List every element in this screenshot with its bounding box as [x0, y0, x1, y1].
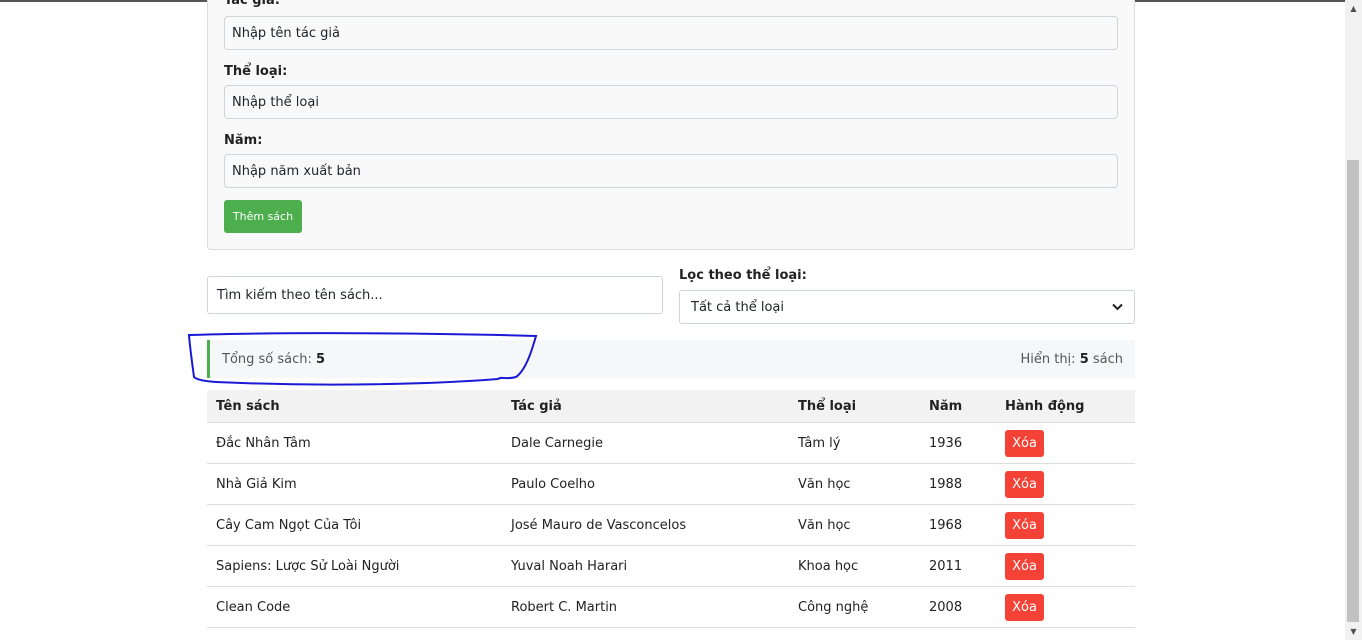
total-books-label: Tổng số sách: [222, 351, 317, 367]
book-author: Dale Carnegie [502, 422, 789, 464]
table-row: Clean Code Robert C. Martin Công nghệ 20… [207, 586, 1135, 628]
shown-books-unit: sách [1088, 351, 1123, 367]
book-year: 1988 [920, 463, 996, 505]
delete-button[interactable]: Xóa [1005, 429, 1044, 457]
year-input[interactable]: Nhập năm xuất bản [224, 154, 1118, 188]
action-cell: Xóa [996, 463, 1135, 505]
stats-bar: Tổng số sách: 5 Hiển thị: 5 sách [207, 340, 1135, 378]
action-cell: Xóa [996, 504, 1135, 546]
scrollbar-thumb[interactable] [1347, 160, 1359, 622]
book-genre: Tâm lý [789, 422, 920, 464]
delete-button[interactable]: Xóa [1005, 511, 1044, 539]
author-input[interactable]: Nhập tên tác giả [224, 16, 1118, 50]
book-title: Đắc Nhân Tâm [207, 422, 502, 464]
table-row: Sapiens: Lược Sử Loài Người Yuval Noah H… [207, 545, 1135, 587]
book-title: Nhà Giả Kim [207, 463, 502, 505]
author-label: Tác giả: [224, 0, 280, 8]
book-title: Clean Code [207, 586, 502, 628]
book-title: Cây Cam Ngọt Của Tôi [207, 504, 502, 546]
table-header-row: Tên sách Tác giả Thể loại Năm Hành động [207, 390, 1135, 423]
book-author: Robert C. Martin [502, 586, 789, 628]
action-cell: Xóa [996, 586, 1135, 628]
header-genre: Thể loại [789, 390, 920, 423]
header-author: Tác giả [502, 390, 789, 423]
add-book-button[interactable]: Thêm sách [224, 200, 302, 233]
book-genre: Khoa học [789, 545, 920, 587]
book-year: 1968 [920, 504, 996, 546]
shown-books-label: Hiển thị: [1020, 351, 1080, 367]
shown-books: Hiển thị: 5 sách [1020, 352, 1123, 367]
search-input[interactable]: Tìm kiếm theo tên sách... [207, 276, 663, 314]
books-table: Tên sách Tác giả Thể loại Năm Hành động … [207, 390, 1135, 628]
delete-button[interactable]: Xóa [1005, 593, 1044, 621]
chevron-down-icon [1112, 301, 1123, 314]
total-books: Tổng số sách: 5 [222, 352, 325, 367]
genre-filter-value: Tất cả thể loại [691, 299, 784, 315]
book-genre: Văn học [789, 463, 920, 505]
book-author: José Mauro de Vasconcelos [502, 504, 789, 546]
book-genre: Công nghệ [789, 586, 920, 628]
book-genre: Văn học [789, 504, 920, 546]
book-author: Paulo Coelho [502, 463, 789, 505]
genre-label: Thể loại: [224, 64, 288, 79]
genre-filter-select[interactable]: Tất cả thể loại [679, 290, 1135, 324]
table-row: Đắc Nhân Tâm Dale Carnegie Tâm lý 1936 X… [207, 422, 1135, 464]
book-author: Yuval Noah Harari [502, 545, 789, 587]
shown-books-value: 5 [1079, 351, 1089, 367]
arrow-up-icon[interactable]: ▲ [1345, 0, 1362, 17]
delete-button[interactable]: Xóa [1005, 552, 1044, 580]
book-year: 1936 [920, 422, 996, 464]
total-books-value: 5 [316, 351, 326, 367]
filter-label: Lọc theo thể loại: [679, 268, 807, 283]
year-label: Năm: [224, 133, 263, 148]
header-title: Tên sách [207, 390, 502, 423]
table-row: Nhà Giả Kim Paulo Coelho Văn học 1988 Xó… [207, 463, 1135, 505]
action-cell: Xóa [996, 545, 1135, 587]
header-action: Hành động [996, 390, 1135, 423]
vertical-scrollbar[interactable]: ▲ ▼ [1345, 0, 1362, 640]
table-row: Cây Cam Ngọt Của Tôi José Mauro de Vasco… [207, 504, 1135, 546]
action-cell: Xóa [996, 422, 1135, 464]
delete-button[interactable]: Xóa [1005, 470, 1044, 498]
genre-input[interactable]: Nhập thể loại [224, 85, 1118, 119]
book-year: 2008 [920, 586, 996, 628]
book-title: Sapiens: Lược Sử Loài Người [207, 545, 502, 587]
header-year: Năm [920, 390, 996, 423]
book-year: 2011 [920, 545, 996, 587]
arrow-down-icon[interactable]: ▼ [1345, 623, 1362, 640]
